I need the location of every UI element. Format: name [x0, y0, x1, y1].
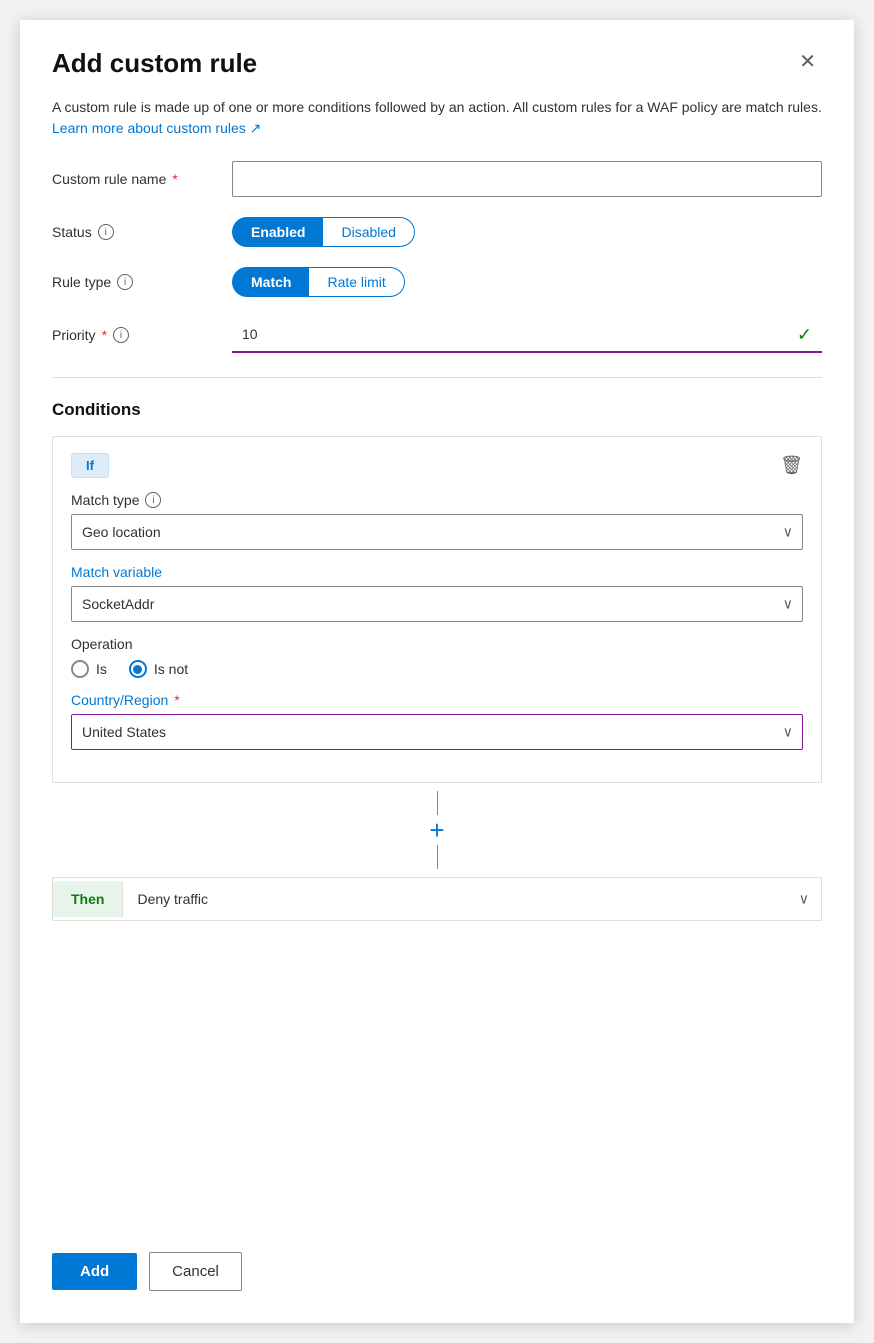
dialog-header: Add custom rule ✕ [52, 48, 822, 79]
country-region-label: Country/Region * [71, 692, 803, 708]
then-select-wrap: Deny traffic Allow traffic Log Redirect … [123, 878, 821, 920]
priority-input[interactable] [232, 317, 822, 353]
add-condition-button[interactable]: + [421, 815, 452, 845]
status-disabled-button[interactable]: Disabled [323, 217, 414, 247]
then-badge: Then [53, 881, 123, 917]
match-variable-select-wrap: SocketAddr RemoteAddr ∨ [71, 586, 803, 622]
rule-rate-limit-button[interactable]: Rate limit [309, 267, 404, 297]
operation-label: Operation [71, 636, 803, 652]
rule-match-button[interactable]: Match [232, 267, 309, 297]
cancel-button[interactable]: Cancel [149, 1252, 242, 1291]
rule-type-control: Match Rate limit [232, 267, 822, 297]
rule-type-toggle-group: Match Rate limit [232, 267, 822, 297]
op-is-not-option[interactable]: Is not [129, 660, 188, 678]
status-info-icon: i [98, 224, 114, 240]
priority-control: ✓ [232, 317, 822, 353]
status-toggle-group: Enabled Disabled [232, 217, 822, 247]
add-custom-rule-dialog: Add custom rule ✕ A custom rule is made … [20, 20, 854, 1323]
priority-row: Priority * i ✓ [52, 317, 822, 353]
connector-area: + [52, 783, 822, 877]
custom-rule-name-input[interactable] [232, 161, 822, 197]
bottom-actions: Add Cancel [52, 1224, 822, 1291]
status-row: Status i Enabled Disabled [52, 217, 822, 247]
condition-header: If 🗑 [71, 453, 803, 478]
status-label: Status i [52, 224, 232, 240]
match-type-label: Match type i [71, 492, 803, 508]
priority-info-icon: i [113, 327, 129, 343]
condition-block: If 🗑 Match type i Geo location IP addres… [52, 436, 822, 783]
country-required-star: * [174, 692, 179, 708]
status-control: Enabled Disabled [232, 217, 822, 247]
then-action-select[interactable]: Deny traffic Allow traffic Log Redirect [123, 878, 821, 920]
learn-more-link[interactable]: Learn more about custom rules ↗ [52, 120, 261, 136]
if-badge: If [71, 453, 109, 478]
priority-input-wrap: ✓ [232, 317, 822, 353]
match-variable-label: Match variable [71, 564, 803, 580]
operation-radio-group: Is Is not [71, 660, 803, 678]
priority-label: Priority * i [52, 327, 232, 343]
delete-condition-button[interactable]: 🗑 [780, 455, 803, 476]
op-is-not-radio[interactable] [129, 660, 147, 678]
connector-line-bottom [437, 845, 438, 869]
connector-line-top [437, 791, 438, 815]
country-region-select[interactable]: United States Canada United Kingdom [71, 714, 803, 750]
match-type-info-icon: i [145, 492, 161, 508]
dialog-title: Add custom rule [52, 48, 257, 79]
custom-rule-name-row: Custom rule name * [52, 161, 822, 197]
then-row: Then Deny traffic Allow traffic Log Redi… [52, 877, 822, 921]
add-button[interactable]: Add [52, 1253, 137, 1290]
match-variable-select[interactable]: SocketAddr RemoteAddr [71, 586, 803, 622]
custom-rule-name-label: Custom rule name * [52, 171, 232, 187]
required-star: * [172, 171, 177, 187]
rule-type-label: Rule type i [52, 274, 232, 290]
close-button[interactable]: ✕ [793, 48, 822, 76]
priority-required-star: * [102, 327, 107, 343]
match-type-select[interactable]: Geo location IP address Request header [71, 514, 803, 550]
op-is-radio[interactable] [71, 660, 89, 678]
op-is-option[interactable]: Is [71, 660, 107, 678]
rule-type-info-icon: i [117, 274, 133, 290]
conditions-section-title: Conditions [52, 400, 822, 420]
divider [52, 377, 822, 378]
rule-type-row: Rule type i Match Rate limit [52, 267, 822, 297]
dialog-description: A custom rule is made up of one or more … [52, 97, 822, 139]
custom-rule-name-control [232, 161, 822, 197]
match-type-select-wrap: Geo location IP address Request header ∨ [71, 514, 803, 550]
country-region-select-wrap: United States Canada United Kingdom ∨ [71, 714, 803, 750]
status-enabled-button[interactable]: Enabled [232, 217, 323, 247]
priority-check-icon: ✓ [797, 325, 812, 346]
